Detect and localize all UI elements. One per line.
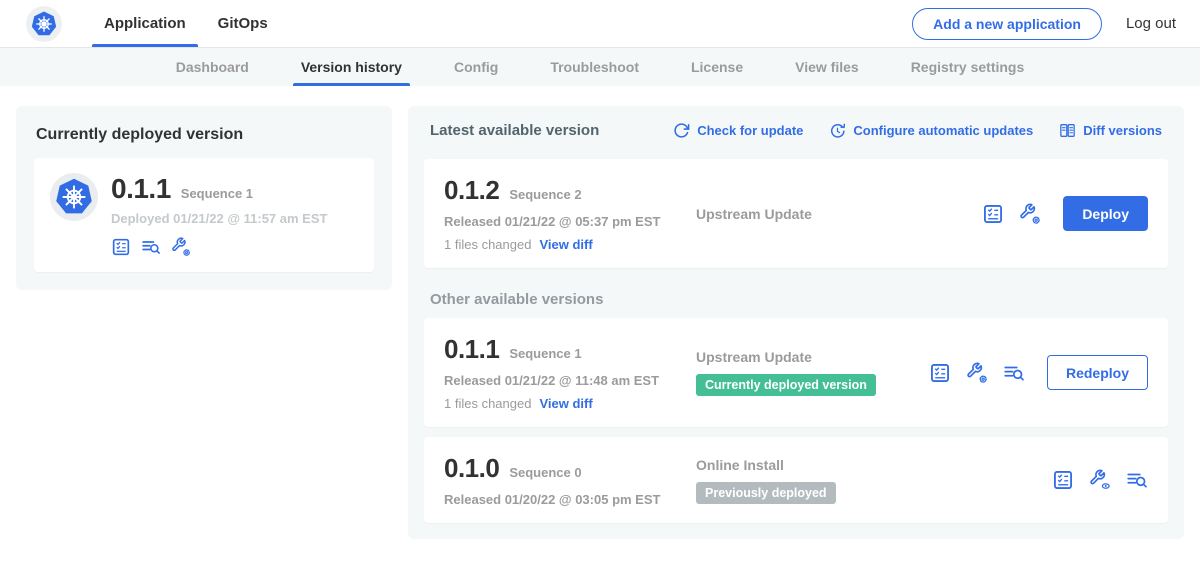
released-timestamp: Released 01/21/22 @ 11:48 am EST [444,373,696,388]
version-number: 0.1.0 [444,453,499,484]
subnav-dashboard[interactable]: Dashboard [174,48,251,86]
top-navbar: Application GitOps Add a new application… [0,0,1200,48]
preflight-checks-icon[interactable] [1052,469,1074,491]
add-application-button[interactable]: Add a new application [912,8,1102,40]
configure-automatic-updates-link[interactable]: Configure automatic updates [829,122,1033,139]
deploy-button[interactable]: Deploy [1063,196,1148,231]
deploy-logs-icon[interactable] [1126,469,1148,491]
tab-application-label: Application [104,15,186,32]
edit-config-icon[interactable] [1019,203,1041,225]
main-content: Currently deployed version 0.1.1 Sequenc… [0,86,1200,559]
tab-gitops-label: GitOps [218,15,268,32]
app-subnav: Dashboard Version history Config Trouble… [0,48,1200,86]
latest-available-title: Latest available version [430,122,599,139]
diff-versions-label: Diff versions [1083,123,1162,138]
diff-versions-link[interactable]: Diff versions [1059,122,1162,139]
app-icon [50,173,98,221]
tab-gitops[interactable]: GitOps [202,0,284,47]
currently-deployed-panel: Currently deployed version 0.1.1 Sequenc… [16,106,392,290]
version-source-label: Online Install [696,457,784,473]
files-changed-label: 1 files changed [444,237,531,252]
version-source-label: Upstream Update [696,206,812,222]
version-card-0-1-2: 0.1.2 Sequence 2 Released 01/21/22 @ 05:… [424,159,1168,268]
sequence-label: Sequence 0 [509,465,581,480]
logout-button[interactable]: Log out [1126,15,1176,32]
other-available-title: Other available versions [430,291,1162,308]
view-diff-link[interactable]: View diff [539,237,592,252]
version-history-panel: Latest available version Check for updat… [408,106,1184,539]
preflight-checks-icon[interactable] [982,203,1004,225]
redeploy-button[interactable]: Redeploy [1047,355,1148,390]
configure-automatic-updates-label: Configure automatic updates [853,123,1033,138]
subnav-view-files[interactable]: View files [793,48,861,86]
preflight-checks-icon[interactable] [111,237,131,257]
edit-config-icon[interactable] [171,237,191,257]
deployed-sequence-label: Sequence 1 [181,186,253,201]
deploy-logs-icon[interactable] [1003,362,1025,384]
view-config-icon[interactable] [1089,469,1111,491]
sequence-label: Sequence 2 [509,187,581,202]
released-timestamp: Released 01/21/22 @ 05:37 pm EST [444,214,696,229]
deployed-version-card: 0.1.1 Sequence 1 Deployed 01/21/22 @ 11:… [34,158,374,272]
version-source-label: Upstream Update [696,349,812,365]
subnav-version-history[interactable]: Version history [299,48,404,86]
deploy-logs-icon[interactable] [141,237,161,257]
preflight-checks-icon[interactable] [929,362,951,384]
version-number: 0.1.2 [444,175,499,206]
diff-icon [1059,122,1076,139]
tab-application[interactable]: Application [88,0,202,47]
version-card-0-1-0: 0.1.0 Sequence 0 Released 01/20/22 @ 03:… [424,437,1168,523]
version-number: 0.1.1 [444,334,499,365]
check-for-update-label: Check for update [697,123,803,138]
files-changed-label: 1 files changed [444,396,531,411]
check-for-update-link[interactable]: Check for update [673,122,803,139]
app-tabs: Application GitOps [88,0,284,47]
schedule-update-icon [829,122,846,139]
view-diff-link[interactable]: View diff [539,396,592,411]
subnav-license[interactable]: License [689,48,745,86]
subnav-troubleshoot[interactable]: Troubleshoot [548,48,641,86]
subnav-registry-settings[interactable]: Registry settings [909,48,1027,86]
released-timestamp: Released 01/20/22 @ 03:05 pm EST [444,492,696,507]
deployed-version-number: 0.1.1 [111,173,171,205]
refresh-icon [673,122,690,139]
deployed-panel-title: Currently deployed version [36,126,372,144]
edit-config-icon[interactable] [966,362,988,384]
currently-deployed-badge: Currently deployed version [696,374,876,396]
version-card-0-1-1: 0.1.1 Sequence 1 Released 01/21/22 @ 11:… [424,318,1168,427]
deployed-timestamp: Deployed 01/21/22 @ 11:57 am EST [111,211,327,226]
sequence-label: Sequence 1 [509,346,581,361]
previously-deployed-badge: Previously deployed [696,482,836,504]
kubernetes-logo[interactable] [26,6,62,42]
subnav-config[interactable]: Config [452,48,500,86]
